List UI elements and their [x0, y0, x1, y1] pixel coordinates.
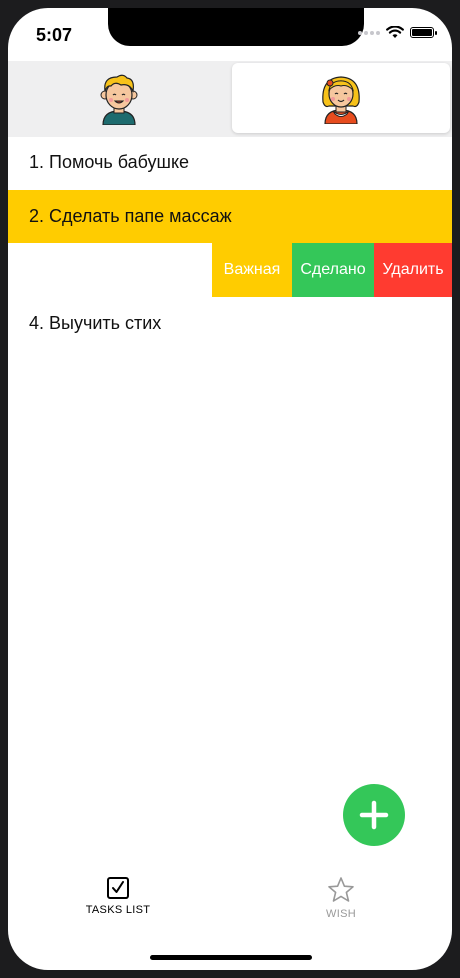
tab-tasks-label: TASKS LIST [85, 904, 151, 916]
checkbox-icon [107, 877, 129, 899]
segment-boy[interactable] [8, 61, 230, 137]
segment-girl[interactable] [232, 63, 450, 133]
task-row[interactable]: 4. Выучить стих [8, 297, 452, 350]
task-label: 4. Выучить стих [29, 313, 162, 333]
mark-important-button[interactable]: Важная [212, 243, 292, 297]
task-row[interactable]: 1. Помочь бабушке [8, 136, 452, 189]
status-icons [358, 26, 437, 39]
wifi-icon [386, 26, 404, 38]
kid-selector [8, 61, 452, 137]
delete-button[interactable]: Удалить [374, 243, 452, 297]
notch [108, 8, 364, 46]
status-time: 5:07 [36, 25, 73, 45]
plus-icon [359, 800, 389, 830]
mark-done-button[interactable]: Сделано [292, 243, 374, 297]
boy-avatar-icon [100, 74, 138, 125]
battery-icon [410, 27, 437, 38]
task-label: 1. Помочь бабушке [29, 152, 190, 172]
add-task-button[interactable] [343, 784, 405, 846]
task-label: 2. Сделать папе массаж [29, 206, 232, 226]
tab-wish[interactable]: WISH [281, 876, 401, 920]
tab-wish-label: WISH [326, 908, 356, 920]
signal-icon [358, 30, 380, 35]
tab-tasks-list[interactable]: TASKS LIST [58, 876, 178, 916]
home-indicator [150, 955, 312, 960]
tab-bar: TASKS LIST WISH [8, 876, 452, 936]
swipe-actions: Важная Сделано Удалить [212, 243, 452, 297]
task-row-selected[interactable]: 2. Сделать папе массаж [8, 190, 452, 243]
star-icon [328, 877, 354, 902]
phone-screen: 5:07 1. Помочь бабушке 2. Сделать папе м… [8, 8, 452, 970]
girl-avatar-icon [322, 76, 360, 124]
